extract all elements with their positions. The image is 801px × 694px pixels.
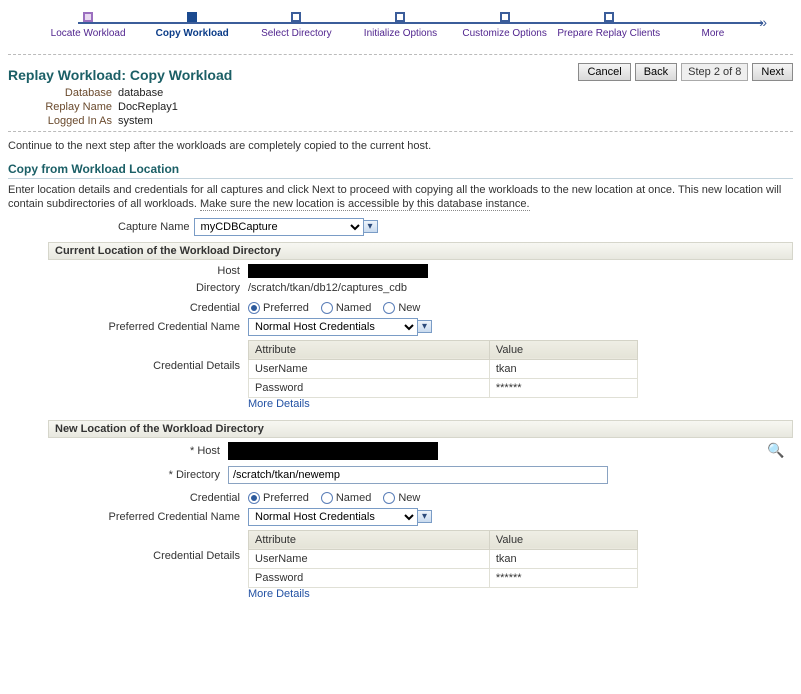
database-label: Database — [8, 87, 118, 99]
wizard-step-initialize-options[interactable]: Initialize Options — [348, 12, 452, 39]
radio-icon — [248, 492, 260, 504]
radio-label: Preferred — [263, 492, 309, 504]
wizard-step-more[interactable]: More — [661, 12, 765, 39]
credential-label: Credential — [68, 302, 248, 314]
cell-attr: Password — [249, 568, 490, 587]
wizard-step-label: Initialize Options — [364, 28, 437, 39]
capture-name-label: Capture Name — [118, 221, 190, 233]
replay-name-label: Replay Name — [8, 101, 118, 113]
dropdown-icon[interactable]: ▾ — [417, 320, 432, 333]
page-title: Replay Workload: Copy Workload — [8, 67, 232, 83]
credential-details-table: AttributeValue UserNametkan Password****… — [248, 530, 638, 588]
cell-val: tkan — [489, 549, 637, 568]
logged-in-as-value: system — [118, 115, 232, 127]
wizard-step-label: Select Directory — [261, 28, 332, 39]
host-label: Host — [68, 265, 248, 277]
wizard-step-label: Copy Workload — [156, 28, 229, 39]
step-indicator: Step 2 of 8 — [681, 63, 748, 81]
credential-radio-group: Preferred Named New — [248, 492, 793, 504]
col-value: Value — [489, 530, 637, 549]
radio-new[interactable]: New — [383, 302, 420, 314]
radio-label: New — [398, 302, 420, 314]
action-buttons: Cancel Back Step 2 of 8 Next — [578, 63, 793, 81]
dropdown-icon[interactable]: ▾ — [363, 220, 378, 233]
new-directory-label: * Directory — [68, 469, 228, 481]
credential-details-label: Credential Details — [68, 340, 248, 372]
more-details-link[interactable]: More Details — [248, 398, 310, 410]
wizard-step-copy-workload[interactable]: Copy Workload — [140, 12, 244, 39]
radio-preferred[interactable]: Preferred — [248, 302, 309, 314]
col-attribute: Attribute — [249, 530, 490, 549]
directory-value: /scratch/tkan/db12/captures_cdb — [248, 282, 793, 294]
divider — [8, 131, 793, 132]
radio-icon — [248, 302, 260, 314]
radio-preferred[interactable]: Preferred — [248, 492, 309, 504]
divider — [8, 54, 793, 55]
radio-named[interactable]: Named — [321, 302, 371, 314]
cell-val: ****** — [489, 568, 637, 587]
wizard-step-prepare-replay-clients[interactable]: Prepare Replay Clients — [557, 12, 661, 39]
radio-icon — [321, 492, 333, 504]
instruction-text: Continue to the next step after the work… — [8, 140, 793, 152]
cancel-button[interactable]: Cancel — [578, 63, 630, 81]
new-host-label: * Host — [68, 445, 228, 457]
col-value: Value — [489, 340, 637, 359]
wizard-step-label: Customize Options — [462, 28, 546, 39]
database-value: database — [118, 87, 232, 99]
directory-label: Directory — [68, 282, 248, 294]
pref-cred-name-select[interactable]: Normal Host Credentials — [248, 508, 418, 526]
radio-icon — [321, 302, 333, 314]
wizard-step-label: More — [702, 28, 725, 39]
cell-val: ****** — [489, 378, 637, 397]
wizard-step-label: Locate Workload — [51, 28, 126, 39]
col-attribute: Attribute — [249, 340, 490, 359]
table-row: Password****** — [249, 378, 638, 397]
pref-cred-name-select[interactable]: Normal Host Credentials — [248, 318, 418, 336]
pref-cred-name-label: Preferred Credential Name — [68, 511, 248, 523]
host-value-redacted — [248, 264, 428, 278]
next-button[interactable]: Next — [752, 63, 793, 81]
wizard-step-select-directory[interactable]: Select Directory — [244, 12, 348, 39]
table-row: UserNametkan — [249, 359, 638, 378]
section-desc: Enter location details and credentials f… — [8, 183, 793, 212]
radio-label: Named — [336, 492, 371, 504]
radio-icon — [383, 492, 395, 504]
wizard-breadcrumb: » Locate Workload Copy Workload Select D… — [8, 12, 793, 48]
radio-icon — [383, 302, 395, 314]
wizard-step-customize-options[interactable]: Customize Options — [453, 12, 557, 39]
table-row: UserNametkan — [249, 549, 638, 568]
cell-attr: UserName — [249, 549, 490, 568]
back-button[interactable]: Back — [635, 63, 677, 81]
replay-name-value: DocReplay1 — [118, 101, 232, 113]
meta-info: Database database Replay Name DocReplay1… — [8, 87, 232, 127]
more-details-link[interactable]: More Details — [248, 588, 310, 600]
credential-details-label: Credential Details — [68, 530, 248, 562]
table-row: Password****** — [249, 568, 638, 587]
new-host-input-redacted[interactable] — [228, 442, 438, 460]
search-icon[interactable]: 🔍 — [763, 442, 793, 459]
dropdown-icon[interactable]: ▾ — [417, 510, 432, 523]
subheader-new-location: New Location of the Workload Directory — [48, 420, 793, 438]
cell-val: tkan — [489, 359, 637, 378]
subheader-current-location: Current Location of the Workload Directo… — [48, 242, 793, 260]
cell-attr: UserName — [249, 359, 490, 378]
section-desc-b: Make sure the new location is accessible… — [200, 198, 530, 211]
credential-details-table: AttributeValue UserNametkan Password****… — [248, 340, 638, 398]
cell-attr: Password — [249, 378, 490, 397]
wizard-step-label: Prepare Replay Clients — [557, 28, 660, 39]
radio-new[interactable]: New — [383, 492, 420, 504]
radio-label: Preferred — [263, 302, 309, 314]
capture-name-select[interactable]: myCDBCapture — [194, 218, 364, 236]
section-copy-from-workload-location: Copy from Workload Location — [8, 162, 793, 179]
credential-label: Credential — [68, 492, 248, 504]
radio-label: Named — [336, 302, 371, 314]
pref-cred-name-label: Preferred Credential Name — [68, 321, 248, 333]
credential-radio-group: Preferred Named New — [248, 302, 793, 314]
new-directory-input[interactable] — [228, 466, 608, 484]
radio-named[interactable]: Named — [321, 492, 371, 504]
wizard-step-locate-workload[interactable]: Locate Workload — [36, 12, 140, 39]
radio-label: New — [398, 492, 420, 504]
logged-in-as-label: Logged In As — [8, 115, 118, 127]
